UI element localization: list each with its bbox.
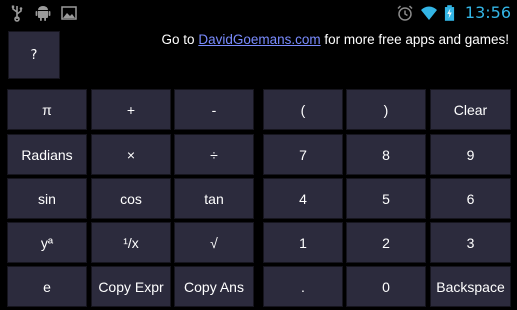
- battery-charging-icon: [444, 5, 454, 21]
- key-tan[interactable]: tan: [174, 178, 254, 219]
- key-open-paren[interactable]: (: [263, 89, 343, 130]
- help-button[interactable]: ?: [8, 31, 60, 79]
- key-sin[interactable]: sin: [7, 178, 87, 219]
- key-power[interactable]: yª: [7, 222, 87, 263]
- key-decimal[interactable]: .: [263, 266, 343, 307]
- key-3[interactable]: 3: [430, 222, 511, 263]
- key-0[interactable]: 0: [346, 266, 426, 307]
- key-divide[interactable]: ÷: [174, 134, 254, 175]
- copy-ans-button[interactable]: Copy Ans: [174, 266, 254, 307]
- backspace-button[interactable]: Backspace: [430, 266, 511, 307]
- copy-expr-button[interactable]: Copy Expr: [91, 266, 171, 307]
- promo-suffix: for more free apps and games!: [320, 32, 509, 47]
- wifi-icon: [420, 6, 437, 20]
- key-2[interactable]: 2: [346, 222, 426, 263]
- notification-icons: [8, 4, 78, 22]
- android-icon: [35, 6, 51, 21]
- key-9[interactable]: 9: [430, 134, 511, 175]
- key-sqrt[interactable]: √: [174, 222, 254, 263]
- status-bar: 13:56: [0, 0, 517, 26]
- key-minus[interactable]: -: [174, 89, 254, 130]
- key-1[interactable]: 1: [263, 222, 343, 263]
- system-icons: 13:56: [396, 3, 511, 23]
- promo-prefix: Go to: [161, 32, 199, 47]
- promo-link[interactable]: DavidGoemans.com: [198, 32, 320, 47]
- key-multiply[interactable]: ×: [91, 134, 171, 175]
- key-8[interactable]: 8: [346, 134, 426, 175]
- clock: 13:56: [464, 3, 511, 22]
- key-radians[interactable]: Radians: [7, 134, 87, 175]
- calculator-screen: 13:56 ? Go to DavidGoemans.com for more …: [0, 0, 517, 310]
- key-4[interactable]: 4: [263, 178, 343, 219]
- promo-text: Go to DavidGoemans.com for more free app…: [162, 32, 509, 47]
- clear-button[interactable]: Clear: [430, 89, 511, 130]
- key-plus[interactable]: +: [91, 89, 171, 130]
- key-5[interactable]: 5: [346, 178, 426, 219]
- key-e[interactable]: e: [7, 266, 87, 307]
- image-icon: [61, 6, 77, 20]
- key-7[interactable]: 7: [263, 134, 343, 175]
- key-6[interactable]: 6: [430, 178, 511, 219]
- key-reciprocal[interactable]: ¹/x: [91, 222, 171, 263]
- alarm-icon: [397, 5, 413, 21]
- key-pi[interactable]: π: [7, 89, 87, 130]
- usb-icon: [11, 5, 23, 22]
- key-close-paren[interactable]: ): [346, 89, 426, 130]
- key-cos[interactable]: cos: [91, 178, 171, 219]
